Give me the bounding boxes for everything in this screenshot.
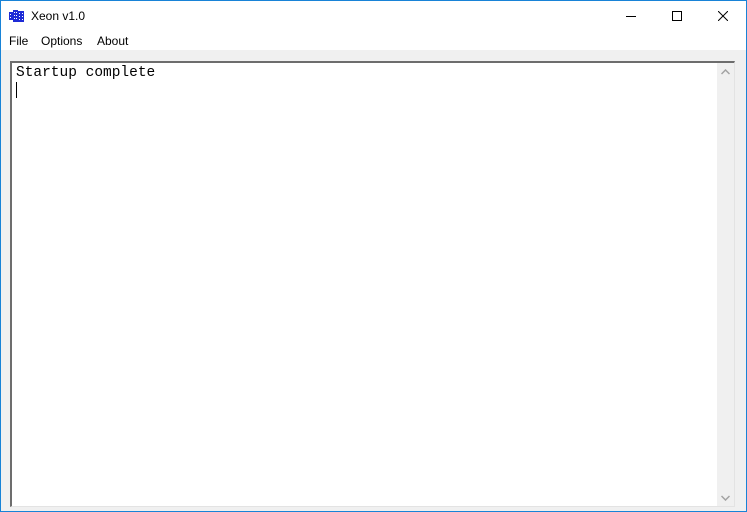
app-window: Xeon v1.0 File Options About Startup com… — [0, 0, 747, 512]
title-bar[interactable]: Xeon v1.0 — [1, 1, 746, 31]
menu-file[interactable]: File — [9, 34, 28, 48]
chevron-up-icon — [721, 68, 730, 75]
close-icon — [718, 11, 728, 21]
scroll-up-button[interactable] — [717, 63, 734, 80]
vertical-scrollbar[interactable] — [717, 63, 734, 506]
chevron-down-icon — [721, 494, 730, 501]
minimize-icon — [626, 16, 636, 17]
client-area: Startup complete — [1, 50, 746, 511]
minimize-button[interactable] — [608, 1, 654, 31]
app-icon — [9, 9, 25, 23]
menu-bar: File Options About — [1, 31, 746, 50]
console-output[interactable]: Startup complete — [10, 61, 735, 507]
maximize-button[interactable] — [654, 1, 700, 31]
text-caret — [16, 82, 17, 98]
window-title: Xeon v1.0 — [31, 9, 86, 23]
menu-options[interactable]: Options — [41, 34, 82, 48]
console-text: Startup complete — [16, 65, 156, 81]
close-button[interactable] — [700, 1, 746, 31]
maximize-icon — [672, 11, 682, 21]
scroll-down-button[interactable] — [717, 489, 734, 506]
menu-about[interactable]: About — [97, 34, 128, 48]
